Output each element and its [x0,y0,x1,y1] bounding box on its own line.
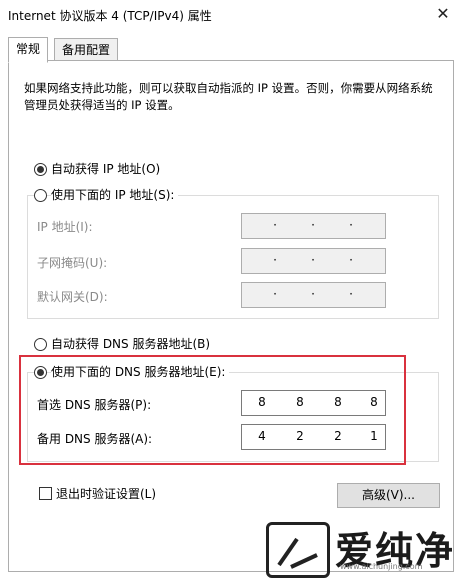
watermark-url: www.aichunjing.com [340,562,423,571]
title-bar: Internet 协议版本 4 (TCP/IPv4) 属性 ✕ [0,0,462,30]
subnet-mask-label: 子网掩码(U): [37,256,108,270]
highlight-box [19,355,406,465]
watermark-logo-icon [277,537,318,569]
default-gateway-input[interactable]: · · · [241,282,386,308]
default-gateway-label: 默认网关(D): [37,290,108,304]
ip-address-input[interactable]: · · · [241,213,386,239]
radio-manual-ip[interactable] [34,189,47,202]
watermark-logo [266,522,330,578]
auto-dns-label: 自动获得 DNS 服务器地址(B) [51,337,211,351]
radio-auto-ip[interactable] [34,163,47,176]
window-title: Internet 协议版本 4 (TCP/IPv4) 属性 [8,9,212,23]
validate-checkbox[interactable] [39,487,52,500]
close-button[interactable]: ✕ [430,3,456,25]
ip-address-label: IP 地址(I): [37,220,93,234]
manual-ip-label: 使用下面的 IP 地址(S): [51,186,179,203]
validate-label: 退出时验证设置(L) [56,487,157,501]
tab-alternate-config[interactable]: 备用配置 [54,38,119,62]
advanced-button[interactable]: 高级(V)... [337,483,440,508]
radio-auto-dns[interactable] [34,338,47,351]
subnet-mask-input[interactable]: · · · [241,248,386,274]
auto-ip-label: 自动获得 IP 地址(O) [51,162,161,176]
description-text: 如果网络支持此功能，则可以获取自动指派的 IP 设置。否则，你需要从网络系统管理… [24,81,433,112]
tab-general[interactable]: 常规 [8,37,49,63]
